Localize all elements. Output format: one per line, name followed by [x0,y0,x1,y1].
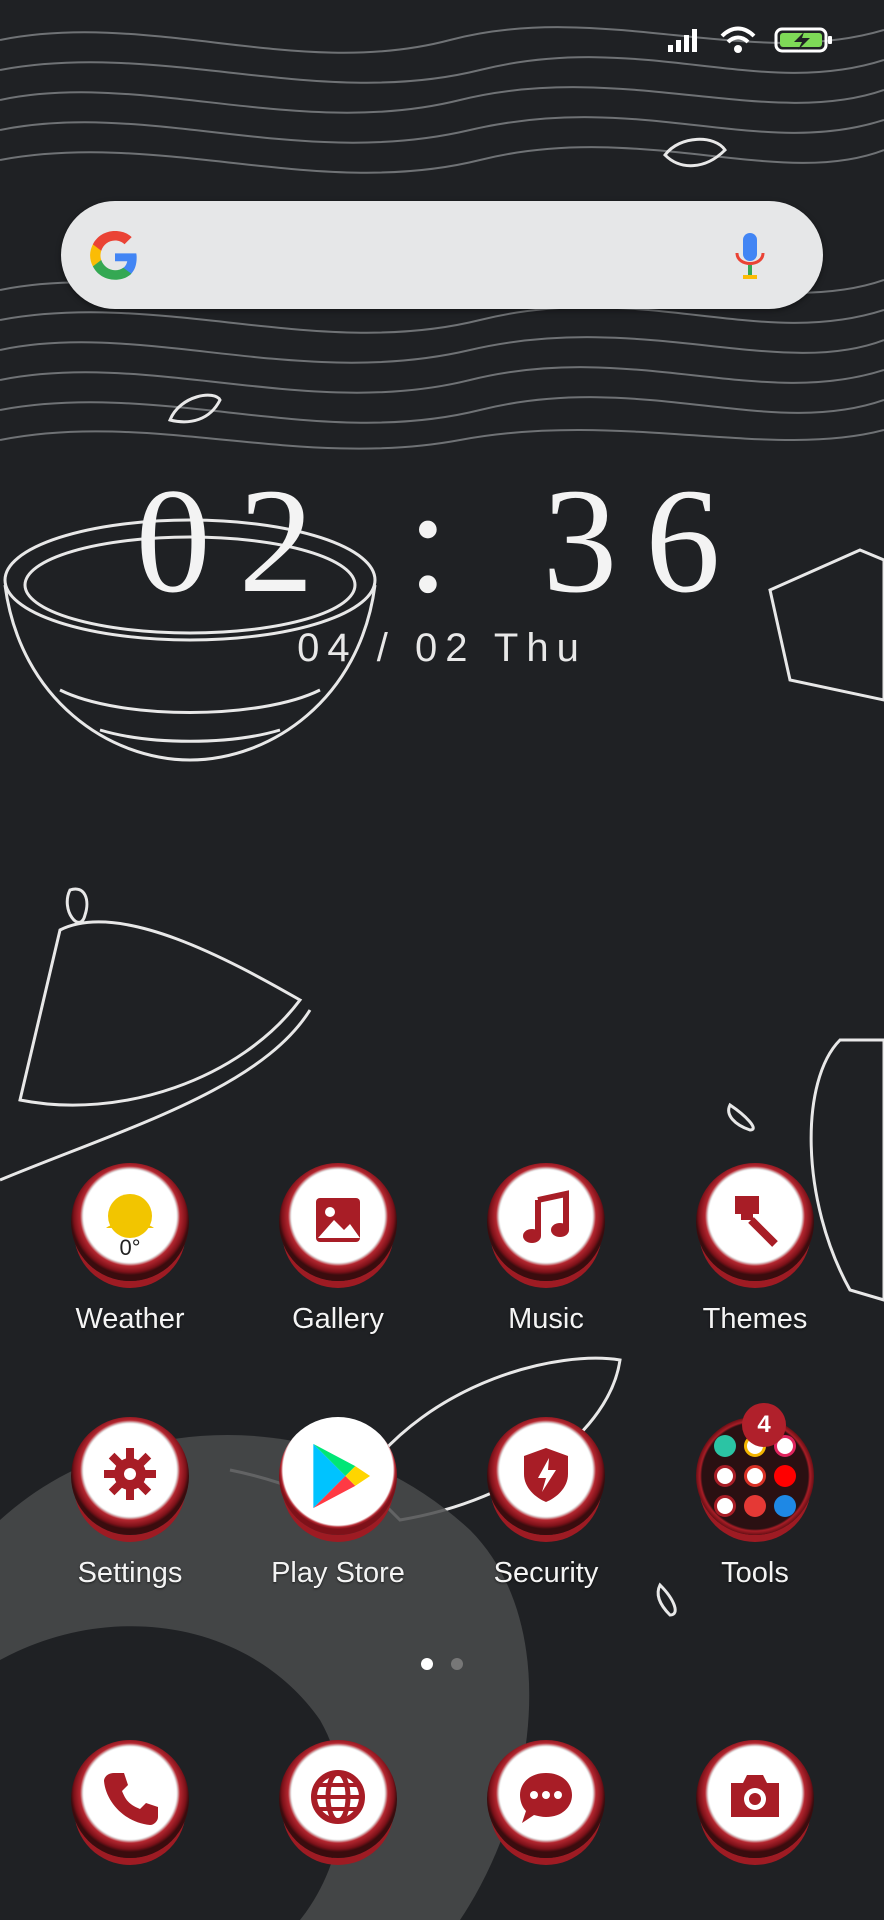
gallery-icon [316,1198,360,1242]
google-logo-icon [90,231,137,280]
dock-messages[interactable] [441,1740,651,1858]
app-settings[interactable]: Settings [25,1417,235,1590]
dock-camera[interactable] [650,1740,860,1858]
dock-phone[interactable] [25,1740,235,1858]
camera-icon [731,1775,779,1817]
weather-temp: 0° [119,1235,141,1260]
shield-bolt-icon [524,1448,568,1502]
app-label-music: Music [508,1303,584,1335]
clock-date[interactable]: 04 / 02 Thu [0,626,884,671]
search-input[interactable] [161,231,685,281]
app-weather[interactable]: 0° Weather [25,1163,235,1336]
wifi-icon [720,26,756,53]
folder-icon [714,1435,798,1519]
gear-icon [104,1448,156,1500]
signal-icon [668,29,697,52]
app-label-tools: Tools [721,1557,789,1589]
app-themes[interactable]: Themes [650,1163,860,1336]
paintbrush-icon [735,1196,778,1247]
dock-browser[interactable] [233,1740,443,1858]
app-label-weather: Weather [75,1303,185,1335]
page-dot-1[interactable] [421,1658,433,1670]
clock-time[interactable]: 02 : 36 [0,455,884,627]
music-note-icon [523,1190,569,1243]
app-label-settings: Settings [77,1557,183,1589]
app-label-play-store: Play Store [271,1557,405,1589]
page-indicator[interactable] [0,1658,884,1670]
app-tools-folder[interactable]: 4 Tools [650,1403,860,1590]
google-search-bar[interactable] [61,201,823,309]
app-gallery[interactable]: Gallery [233,1163,443,1336]
app-label-themes: Themes [702,1303,808,1335]
play-store-icon [313,1443,371,1509]
notification-badge: 4 [742,1403,786,1447]
chat-icon [520,1773,572,1823]
app-security[interactable]: Security [441,1417,651,1590]
app-music[interactable]: Music [441,1163,651,1336]
phone-icon [104,1773,158,1825]
app-label-gallery: Gallery [292,1303,384,1335]
mic-icon[interactable] [733,231,767,281]
battery-charging-icon [774,27,832,53]
status-bar [0,0,884,80]
app-label-security: Security [493,1557,599,1589]
page-dot-2[interactable] [451,1658,463,1670]
app-play-store[interactable]: Play Store [233,1417,443,1590]
globe-icon [311,1770,365,1824]
